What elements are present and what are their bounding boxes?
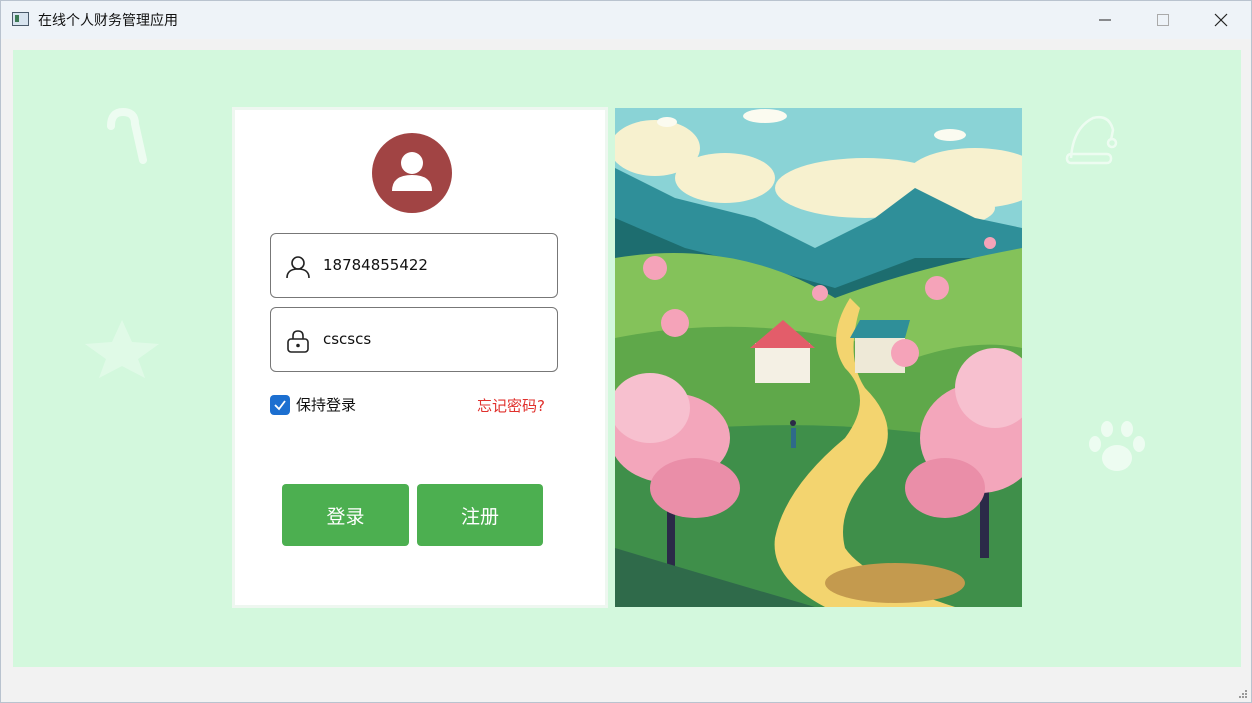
- remember-login[interactable]: 保持登录: [270, 394, 356, 415]
- user-icon: [286, 256, 310, 279]
- app-window: 在线个人财务管理应用 18784855422 cscscs 保持登录 忘记密码?…: [0, 0, 1252, 703]
- close-icon: [1214, 13, 1228, 27]
- title-bar[interactable]: 在线个人财务管理应用: [1, 1, 1251, 39]
- lock-icon: [287, 330, 309, 353]
- candy-cane-icon: [107, 108, 147, 164]
- landscape-image: [615, 108, 1022, 607]
- remember-checkbox[interactable]: [270, 394, 290, 415]
- app-icon: [12, 12, 29, 26]
- check-icon: [274, 399, 286, 410]
- minimize-icon: [1099, 19, 1111, 21]
- username-field[interactable]: 18784855422: [270, 233, 558, 298]
- username-value[interactable]: 18784855422: [323, 256, 428, 274]
- password-value[interactable]: cscscs: [323, 330, 371, 348]
- resize-grip-icon[interactable]: [1238, 689, 1248, 699]
- landscape-illustration: [615, 108, 1022, 607]
- maximize-button[interactable]: [1134, 1, 1192, 39]
- register-button[interactable]: 注册: [417, 484, 543, 546]
- main-panel: 18784855422 cscscs 保持登录 忘记密码? 登录 注册: [13, 50, 1241, 667]
- minimize-button[interactable]: [1076, 1, 1134, 39]
- close-button[interactable]: [1192, 1, 1250, 39]
- login-button[interactable]: 登录: [282, 484, 409, 546]
- forgot-password-link[interactable]: 忘记密码?: [477, 395, 545, 416]
- avatar-icon: [392, 152, 432, 191]
- avatar: [372, 133, 452, 213]
- maximize-icon: [1157, 14, 1169, 26]
- window-title: 在线个人财务管理应用: [38, 13, 178, 29]
- santa-hat-icon: [1065, 116, 1118, 165]
- remember-label: 保持登录: [296, 396, 357, 414]
- paw-icon: [1089, 421, 1145, 471]
- password-field[interactable]: cscscs: [270, 307, 558, 372]
- login-card: 18784855422 cscscs 保持登录 忘记密码? 登录 注册: [232, 107, 608, 608]
- star-icon: [85, 320, 159, 378]
